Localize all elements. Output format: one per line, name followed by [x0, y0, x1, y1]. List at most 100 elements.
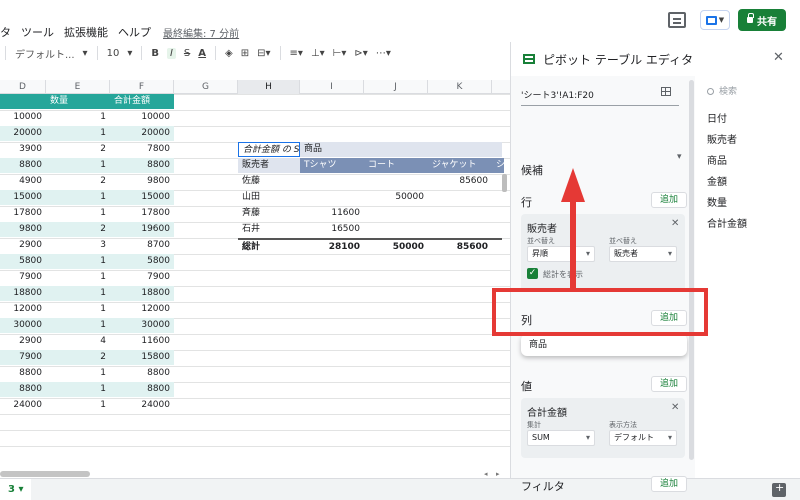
- table-cell[interactable]: 5800: [110, 254, 174, 269]
- table-cell[interactable]: 12000: [110, 302, 174, 317]
- column-header-j[interactable]: J: [364, 80, 428, 94]
- add-value-button[interactable]: 追加: [651, 376, 687, 392]
- pivot-value-cell[interactable]: 85600: [428, 174, 492, 189]
- pivot-column-header[interactable]: シ: [492, 158, 504, 173]
- table-cell[interactable]: 15800: [110, 350, 174, 365]
- table-cell[interactable]: 1: [46, 254, 110, 269]
- pivot-row-name[interactable]: 石井: [238, 222, 300, 237]
- table-cell[interactable]: 7900: [0, 270, 46, 285]
- field-item[interactable]: 金額: [707, 173, 727, 188]
- table-cell[interactable]: 1: [46, 158, 110, 173]
- font-select[interactable]: デフォルト...: [15, 46, 75, 61]
- table-cell[interactable]: 17800: [110, 206, 174, 221]
- table-cell[interactable]: 2: [46, 142, 110, 157]
- pivot-value-cell[interactable]: [364, 222, 428, 237]
- pivot-value-cell[interactable]: [300, 190, 364, 205]
- strikethrough-button[interactable]: S: [184, 48, 190, 59]
- borders-icon[interactable]: ⊞: [241, 48, 249, 59]
- pivot-value-cell[interactable]: [364, 206, 428, 221]
- column-header-f[interactable]: F: [110, 80, 174, 94]
- table-cell[interactable]: 1: [46, 302, 110, 317]
- table-cell[interactable]: 4: [46, 334, 110, 349]
- pivot-total-cell[interactable]: 50000: [364, 238, 428, 253]
- column-header-g[interactable]: G: [174, 80, 238, 94]
- show-as-select[interactable]: デフォルト: [609, 430, 677, 446]
- sort-by-select[interactable]: 販売者: [609, 246, 677, 262]
- table-cell[interactable]: 20000: [110, 126, 174, 141]
- select-range-icon[interactable]: [661, 87, 671, 96]
- table-header-cell[interactable]: 数量: [46, 94, 110, 109]
- text-wrap-icon[interactable]: ⊢▾: [333, 48, 347, 59]
- editor-scrollbar[interactable]: [689, 80, 694, 460]
- table-cell[interactable]: 2: [46, 174, 110, 189]
- table-cell[interactable]: 15000: [110, 190, 174, 205]
- menu-item-tools[interactable]: ツール: [21, 24, 54, 40]
- field-item[interactable]: 日付: [707, 110, 727, 125]
- table-cell[interactable]: 19600: [110, 222, 174, 237]
- pivot-row-name[interactable]: 山田: [238, 190, 300, 205]
- table-cell[interactable]: 1: [46, 382, 110, 397]
- scrollbar-thumb[interactable]: [0, 471, 90, 477]
- table-cell[interactable]: 8800: [0, 382, 46, 397]
- pivot-total-label[interactable]: 総計: [238, 238, 300, 253]
- table-cell[interactable]: 1: [46, 110, 110, 125]
- remove-icon[interactable]: ✕: [671, 402, 679, 413]
- add-row-button[interactable]: 追加: [651, 192, 687, 208]
- sheet-tab[interactable]: 3 ▾: [0, 479, 32, 500]
- table-header-cell[interactable]: [0, 94, 46, 109]
- table-cell[interactable]: 24000: [110, 398, 174, 413]
- comment-icon[interactable]: [668, 12, 686, 28]
- summarize-select[interactable]: SUM: [527, 430, 595, 446]
- pivot-row-name[interactable]: 佐藤: [238, 174, 300, 189]
- pivot-column-header[interactable]: コート: [364, 158, 428, 173]
- show-totals-checkbox[interactable]: ✓: [527, 268, 538, 279]
- pivot-row-label[interactable]: 販売者: [238, 158, 300, 173]
- table-cell[interactable]: 18800: [110, 286, 174, 301]
- remove-icon[interactable]: ✕: [671, 218, 679, 229]
- table-cell[interactable]: 9800: [110, 174, 174, 189]
- table-cell[interactable]: 2900: [0, 334, 46, 349]
- table-cell[interactable]: 5800: [0, 254, 46, 269]
- column-header-h[interactable]: H: [238, 80, 300, 94]
- pivot-total-cell[interactable]: 85600: [428, 238, 492, 253]
- pivot-value-cell[interactable]: [428, 206, 492, 221]
- table-cell[interactable]: 1: [46, 318, 110, 333]
- table-cell[interactable]: 3: [46, 238, 110, 253]
- table-cell[interactable]: 30000: [0, 318, 46, 333]
- menu-item-data-partial[interactable]: タ: [0, 24, 11, 40]
- pivot-column-label[interactable]: 商品: [300, 142, 502, 157]
- present-button[interactable]: ▼: [700, 10, 730, 30]
- pivot-column-header[interactable]: Tシャツ: [300, 158, 364, 173]
- table-cell[interactable]: 8800: [110, 158, 174, 173]
- table-cell[interactable]: 4900: [0, 174, 46, 189]
- table-cell[interactable]: 8800: [110, 382, 174, 397]
- pivot-column-header[interactable]: ジャケット: [428, 158, 492, 173]
- column-header-d[interactable]: D: [0, 80, 46, 94]
- pivot-value-cell[interactable]: 16500: [300, 222, 364, 237]
- sort-order-select[interactable]: 昇順: [527, 246, 595, 262]
- table-cell[interactable]: 30000: [110, 318, 174, 333]
- add-filter-button[interactable]: 追加: [651, 476, 687, 492]
- share-button[interactable]: 共有: [738, 9, 786, 31]
- vertical-align-icon[interactable]: ⊥▾: [311, 48, 325, 59]
- column-header-i[interactable]: I: [300, 80, 364, 94]
- pivot-value-cell[interactable]: [428, 222, 492, 237]
- explore-icon[interactable]: [772, 481, 786, 497]
- table-cell[interactable]: 11600: [110, 334, 174, 349]
- bold-button[interactable]: B: [151, 48, 159, 59]
- table-cell[interactable]: 1: [46, 398, 110, 413]
- table-cell[interactable]: 12000: [0, 302, 46, 317]
- table-cell[interactable]: 8800: [0, 366, 46, 381]
- table-cell[interactable]: 20000: [0, 126, 46, 141]
- scroll-left-icon[interactable]: ◂: [484, 470, 488, 478]
- pivot-value-cell[interactable]: [428, 190, 492, 205]
- field-search-input[interactable]: 検索: [707, 84, 737, 97]
- table-cell[interactable]: 2: [46, 350, 110, 365]
- horizontal-align-icon[interactable]: ≡▾: [290, 48, 303, 59]
- suggestions-label[interactable]: 候補: [521, 162, 543, 178]
- text-color-button[interactable]: A: [198, 48, 206, 59]
- table-cell[interactable]: 1: [46, 190, 110, 205]
- font-size-select[interactable]: 10: [107, 48, 120, 59]
- table-cell[interactable]: 1: [46, 366, 110, 381]
- table-cell[interactable]: 24000: [0, 398, 46, 413]
